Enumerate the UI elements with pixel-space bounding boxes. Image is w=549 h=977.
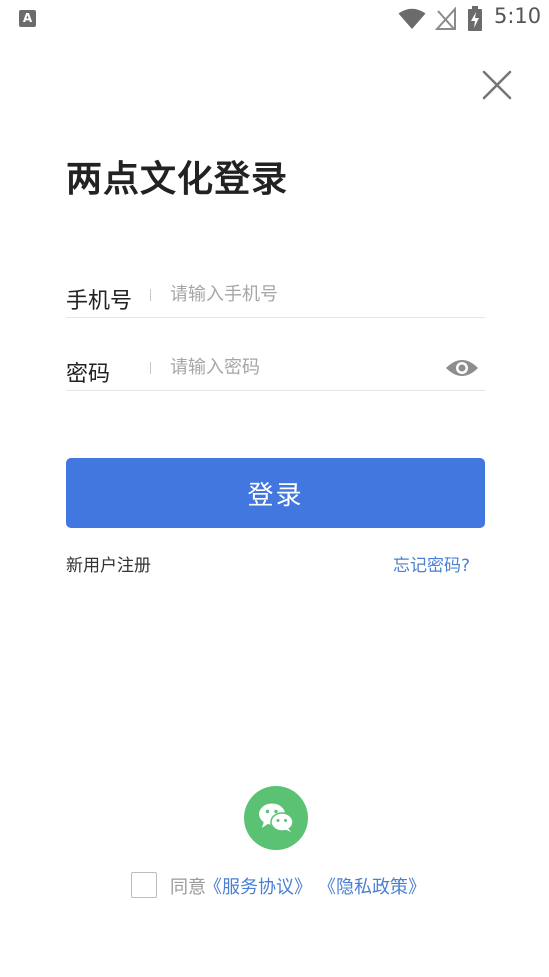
status-time: 5:10 — [494, 4, 542, 28]
battery-charging-icon — [468, 6, 482, 31]
page-title: 两点文化登录 — [66, 159, 289, 200]
wechat-icon — [259, 803, 294, 832]
password-input[interactable] — [170, 352, 430, 382]
wechat-login-button[interactable] — [244, 786, 308, 850]
no-signal-icon — [435, 7, 456, 30]
password-separator — [150, 362, 151, 374]
login-button[interactable]: 登录 — [66, 458, 485, 528]
phone-separator — [150, 289, 151, 301]
phone-row: 手机号 — [66, 277, 485, 318]
password-label: 密码 — [66, 362, 111, 387]
privacy-policy-link[interactable]: 《隐私政策》 — [318, 873, 426, 899]
phone-label: 手机号 — [66, 289, 133, 314]
close-button[interactable] — [480, 68, 514, 102]
app-notification-icon: A — [19, 10, 36, 27]
agree-prefix: 同意 — [170, 877, 206, 898]
wifi-icon — [398, 8, 426, 29]
agree-checkbox[interactable] — [131, 872, 157, 898]
register-link[interactable]: 新用户注册 — [66, 551, 151, 576]
status-bar: A 5:10 — [0, 0, 549, 38]
close-icon — [482, 70, 512, 100]
forgot-password-link[interactable]: 忘记密码? — [393, 551, 470, 576]
phone-input[interactable] — [170, 279, 430, 309]
service-agreement-link[interactable]: 《服务协议》 — [204, 873, 312, 899]
password-row: 密码 — [66, 350, 485, 391]
login-screen: A 5:10 两点文化登录 手机号 密码 — [0, 0, 549, 977]
eye-icon[interactable] — [445, 356, 479, 380]
